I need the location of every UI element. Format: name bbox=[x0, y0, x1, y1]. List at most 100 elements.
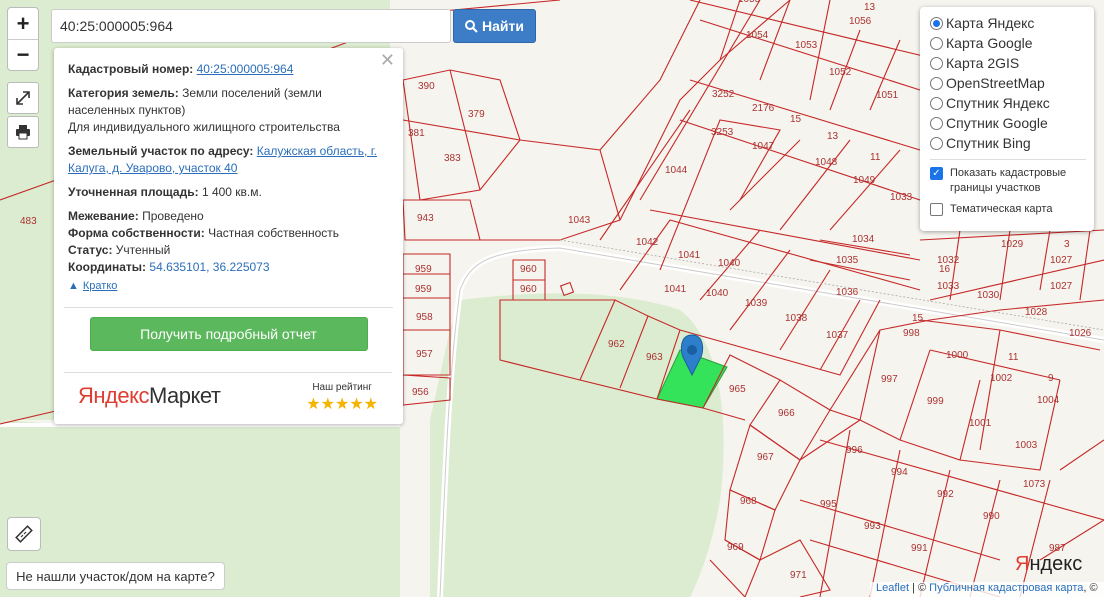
layer-option[interactable]: Спутник Яндекс bbox=[930, 93, 1086, 113]
search-input[interactable] bbox=[51, 9, 451, 43]
collapse-link-label: Кратко bbox=[82, 280, 118, 292]
parcel-label: 1026 bbox=[1069, 328, 1092, 339]
yandex-market-logo: ЯндексМаркет bbox=[78, 383, 221, 408]
layer-option[interactable]: Карта 2GIS bbox=[930, 53, 1086, 73]
cadastral-number-link[interactable]: 40:25:000005:964 bbox=[197, 62, 294, 76]
parcel-label: 379 bbox=[468, 109, 485, 120]
layer-option-label: Спутник Яндекс bbox=[946, 95, 1050, 111]
parcel-label: 1073 bbox=[1023, 479, 1046, 490]
parcel-label: 3 bbox=[1064, 239, 1070, 250]
layer-option[interactable]: OpenStreetMap bbox=[930, 73, 1086, 93]
parcel-label: 1002 bbox=[990, 373, 1013, 384]
find-button[interactable]: Найти bbox=[453, 9, 536, 43]
parcel-label: 1028 bbox=[1025, 307, 1048, 318]
radio-icon[interactable] bbox=[930, 76, 943, 90]
survey-label: Межевание: bbox=[68, 209, 139, 223]
print-button[interactable] bbox=[7, 116, 39, 148]
get-report-button[interactable]: Получить подробный отчет bbox=[89, 317, 368, 351]
ruler-icon bbox=[15, 525, 33, 543]
attribution: Leaflet | © Публичная кадастровая карта,… bbox=[870, 582, 1104, 597]
show-boundaries-option[interactable]: ✓ Показать кадастровые границы участков bbox=[930, 166, 1086, 196]
radio-icon[interactable] bbox=[930, 136, 943, 150]
parcel-label: 11 bbox=[870, 152, 881, 163]
parcel-label: 1027 bbox=[1050, 281, 1073, 292]
layer-option[interactable]: Карта Google bbox=[930, 33, 1086, 53]
parcel-label: 1042 bbox=[636, 237, 659, 248]
cadastral-label: Кадастровый номер: bbox=[68, 62, 194, 76]
parcel-label: 15 bbox=[912, 313, 924, 324]
parcel-label: 15 bbox=[790, 114, 802, 125]
thematic-map-option[interactable]: Тематическая карта bbox=[930, 202, 1086, 217]
parcel-label: 1034 bbox=[852, 234, 875, 245]
parcel-label: 383 bbox=[444, 153, 461, 164]
parcel-label: 963 bbox=[646, 352, 663, 363]
parcel-label: 1033 bbox=[890, 192, 913, 203]
stars-icon: ★★★★★ bbox=[306, 395, 378, 413]
parcel-label: 1030 bbox=[977, 290, 1000, 301]
ownership-label: Форма собственности: bbox=[68, 226, 205, 240]
parcel-label: 1040 bbox=[718, 258, 741, 269]
layer-option[interactable]: Карта Яндекс bbox=[930, 13, 1086, 33]
parcel-label: 9 bbox=[1048, 373, 1054, 384]
expand-icon bbox=[16, 91, 30, 105]
layer-option[interactable]: Спутник Google bbox=[930, 113, 1086, 133]
parcel-label: 960 bbox=[520, 264, 537, 275]
not-found-button[interactable]: Не нашли участок/дом на карте? bbox=[6, 562, 225, 590]
pkk-link[interactable]: Публичная кадастровая карта bbox=[929, 582, 1083, 594]
parcel-label: 16 bbox=[939, 264, 951, 275]
parcel-label: 1029 bbox=[1001, 239, 1024, 250]
parcel-label: 992 bbox=[937, 489, 954, 500]
radio-icon[interactable] bbox=[930, 56, 943, 70]
category-label: Категория земель: bbox=[68, 86, 179, 100]
leaflet-link[interactable]: Leaflet bbox=[876, 582, 909, 594]
parcel-label: 995 bbox=[820, 499, 837, 510]
parcel-label: 994 bbox=[891, 467, 908, 478]
parcel-label: 2176 bbox=[752, 103, 775, 114]
collapse-link[interactable]: ▲ Кратко bbox=[68, 278, 389, 295]
parcel-label: 993 bbox=[864, 521, 881, 532]
parcel-label: 1051 bbox=[876, 90, 899, 101]
parcel-label: 3252 bbox=[712, 89, 735, 100]
zoom-out-button[interactable]: − bbox=[8, 39, 38, 70]
parcel-label: 13 bbox=[827, 131, 839, 142]
parcel-label: 990 bbox=[983, 511, 1000, 522]
close-icon[interactable]: ✕ bbox=[380, 51, 395, 69]
parcel-label: 1037 bbox=[826, 330, 849, 341]
layer-option-label: Спутник Google bbox=[946, 115, 1048, 131]
radio-icon[interactable] bbox=[930, 96, 943, 110]
search-icon bbox=[465, 19, 478, 33]
zoom-in-button[interactable]: + bbox=[8, 8, 38, 39]
parcel-label: 1043 bbox=[568, 215, 591, 226]
layer-option-label: Карта Яндекс bbox=[946, 15, 1035, 31]
layer-option[interactable]: Спутник Bing bbox=[930, 133, 1086, 153]
parcel-label: 1038 bbox=[785, 313, 808, 324]
area-value: 1 400 кв.м. bbox=[201, 185, 262, 199]
parcel-label: 996 bbox=[846, 445, 863, 456]
parcel-label: 1048 bbox=[815, 157, 838, 168]
parcel-label: 1039 bbox=[745, 298, 768, 309]
radio-icon[interactable] bbox=[930, 16, 943, 30]
checkbox-icon[interactable] bbox=[930, 203, 943, 216]
printer-icon bbox=[16, 125, 30, 140]
checkbox-icon[interactable]: ✓ bbox=[930, 167, 943, 180]
parcel-label: 1047 bbox=[752, 141, 775, 152]
parcel-label: 1055 bbox=[738, 0, 760, 5]
measure-button[interactable] bbox=[7, 517, 41, 551]
radio-icon[interactable] bbox=[930, 36, 943, 50]
status-label: Статус: bbox=[68, 243, 113, 257]
parcel-label: 1041 bbox=[678, 250, 701, 261]
parcel-label: 957 bbox=[416, 349, 433, 360]
parcel-label: 965 bbox=[729, 384, 746, 395]
parcel-label: 966 bbox=[778, 408, 795, 419]
parcel-label: 1049 bbox=[853, 175, 876, 186]
radio-icon[interactable] bbox=[930, 116, 943, 130]
layer-option-label: Карта 2GIS bbox=[946, 55, 1020, 71]
rating-label: Наш рейтинг bbox=[312, 381, 372, 393]
yandex-market-banner[interactable]: ЯндексМаркет Наш рейтинг ★★★★★ bbox=[64, 372, 392, 418]
fullscreen-button[interactable] bbox=[7, 82, 39, 114]
parcel-label: 991 bbox=[911, 543, 928, 554]
parcel-label: 969 bbox=[727, 542, 744, 553]
parcel-label: 1035 bbox=[836, 255, 859, 266]
layer-option-label: Спутник Bing bbox=[946, 135, 1031, 151]
find-button-label: Найти bbox=[482, 18, 524, 34]
